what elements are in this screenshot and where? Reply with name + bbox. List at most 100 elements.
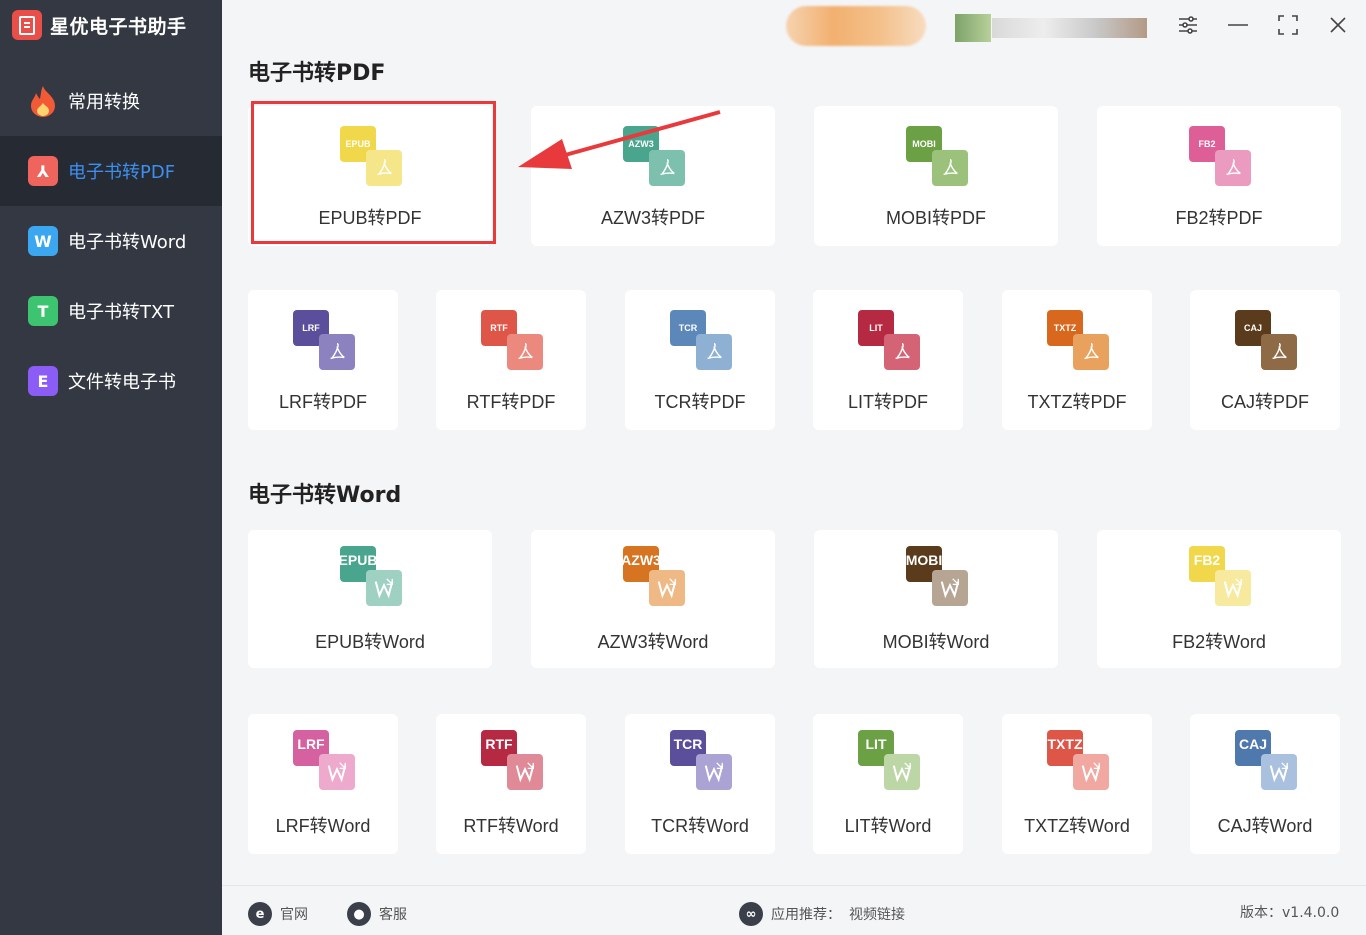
sidebar: 星优电子书助手 常用转换 ⅄ 电子书转PDF W 电子书转Word T 电子书转TXT E 文件…: [0, 0, 222, 935]
card-label: AZW3转Word: [597, 632, 709, 652]
word-card-lit[interactable]: LIT LIT转Word: [813, 714, 963, 854]
blurred-account-info[interactable]: [992, 18, 1147, 38]
highlight-box: [251, 101, 496, 244]
sidebar-item-1[interactable]: ⅄ 电子书转PDF: [0, 136, 222, 206]
avatar[interactable]: [955, 14, 991, 42]
word-card-mobi[interactable]: MOBI MOBI转Word: [814, 530, 1058, 668]
pdf-card-mobi[interactable]: MOBI MOBI转PDF: [814, 106, 1058, 246]
section-title-pdf: 电子书转PDF: [248, 61, 386, 86]
app-title-bar: 星优电子书助手: [12, 10, 187, 40]
format-icon: TCR: [670, 310, 734, 372]
version-text: 版本：v1.4.0.0: [1240, 905, 1340, 921]
word-doc-icon: [507, 754, 543, 790]
word-card-epub[interactable]: EPUB EPUB转Word: [248, 530, 492, 668]
flame-icon: [28, 86, 58, 117]
sidebar-item-4[interactable]: E 文件转电子书: [0, 346, 222, 416]
sidebar-item-label: 电子书转TXT: [68, 302, 175, 323]
sidebar-item-2[interactable]: W 电子书转Word: [0, 206, 222, 276]
word-doc-icon: [1073, 754, 1109, 790]
app-logo-icon: [12, 10, 42, 40]
format-icon: LIT: [858, 310, 922, 372]
word-card-txtz[interactable]: TXTZ TXTZ转Word: [1002, 714, 1152, 854]
word-icon: W: [28, 226, 58, 256]
sidebar-item-3[interactable]: T 电子书转TXT: [0, 276, 222, 346]
pdf-card-lrf[interactable]: LRF LRF转PDF: [248, 290, 398, 430]
card-label: LRF转PDF: [278, 392, 367, 412]
pdf-card-txtz[interactable]: TXTZ TXTZ转PDF: [1002, 290, 1152, 430]
card-label: CAJ转PDF: [1220, 392, 1309, 412]
recommend-label: 应用推荐：: [771, 907, 841, 923]
word-card-lrf[interactable]: LRF LRF转Word: [248, 714, 398, 854]
pdf-doc-icon: [507, 334, 543, 370]
word-card-azw3[interactable]: AZW3 AZW3转Word: [531, 530, 775, 668]
pdf-card-fb2[interactable]: FB2 FB2转PDF: [1097, 106, 1341, 246]
app-name: 星优电子书助手: [50, 15, 187, 38]
word-card-fb2[interactable]: FB2 FB2转Word: [1097, 530, 1341, 668]
txt-icon: T: [28, 296, 58, 326]
sidebar-nav: 常用转换 ⅄ 电子书转PDF W 电子书转Word T 电子书转TXT E 文件转电子书: [0, 66, 222, 416]
pdf-doc-icon: [884, 334, 920, 370]
format-icon: MOBI: [906, 126, 970, 188]
card-label: EPUB转Word: [315, 632, 425, 652]
word-card-rtf[interactable]: RTF RTF转Word: [436, 714, 586, 854]
word-doc-icon: [696, 754, 732, 790]
format-icon: LRF: [293, 730, 357, 792]
service-label: 客服: [379, 907, 407, 923]
maximize-icon[interactable]: [1275, 12, 1301, 38]
pdf-doc-icon: [1073, 334, 1109, 370]
format-icon: LIT: [858, 730, 922, 792]
format-icon: CAJ: [1235, 310, 1299, 372]
format-icon: EPUB: [339, 546, 404, 608]
footer: e 官网 ● 客服 ∞ 应用推荐： 视频链接 版本：v1.4.0.0: [222, 885, 1366, 935]
pdf-card-tcr[interactable]: TCR TCR转PDF: [625, 290, 775, 430]
blurred-banner[interactable]: [786, 6, 926, 46]
card-label: TXTZ转Word: [1024, 816, 1130, 836]
settings-icon[interactable]: [1175, 12, 1201, 38]
format-icon: MOBI: [906, 546, 970, 608]
format-icon: TXTZ: [1047, 310, 1111, 372]
format-icon: FB2: [1189, 546, 1253, 608]
format-icon: TCR: [670, 730, 734, 792]
sidebar-item-label: 电子书转Word: [68, 232, 187, 253]
word-doc-icon: [366, 570, 402, 606]
format-icon: LRF: [293, 310, 357, 372]
close-icon[interactable]: [1325, 12, 1351, 38]
format-icon: CAJ: [1235, 730, 1299, 792]
card-label: CAJ转Word: [1217, 816, 1313, 836]
pdf-card-rtf[interactable]: RTF RTF转PDF: [436, 290, 586, 430]
pdf-card-caj[interactable]: CAJ CAJ转PDF: [1190, 290, 1340, 430]
format-icon: RTF: [481, 310, 545, 372]
pdf-card-lit[interactable]: LIT LIT转PDF: [813, 290, 963, 430]
pdf-doc-icon: [1215, 150, 1251, 186]
annotation-arrow: [518, 110, 721, 169]
card-label: FB2转PDF: [1175, 208, 1263, 228]
card-label: LRF转Word: [275, 816, 371, 836]
sidebar-item-label: 电子书转PDF: [68, 162, 176, 183]
card-label: FB2转Word: [1172, 632, 1266, 652]
word-doc-icon: [1261, 754, 1297, 790]
card-label: TCR转PDF: [654, 392, 746, 412]
link-icon: ∞: [739, 902, 763, 926]
card-label: TCR转Word: [651, 816, 749, 836]
video-link[interactable]: 视频链接: [849, 904, 905, 924]
website-link[interactable]: e 官网: [248, 902, 308, 926]
format-icon: AZW3: [621, 546, 687, 608]
sidebar-item-label: 常用转换: [68, 92, 140, 113]
card-label: AZW3转PDF: [600, 208, 705, 228]
card-label: LIT转Word: [844, 816, 932, 836]
card-label: MOBI转Word: [882, 632, 990, 652]
format-icon: FB2: [1189, 126, 1253, 188]
chat-icon: ●: [347, 902, 371, 926]
sidebar-item-0[interactable]: 常用转换: [0, 66, 222, 136]
card-label: MOBI转PDF: [885, 208, 986, 228]
card-label: LIT转PDF: [847, 392, 928, 412]
word-card-caj[interactable]: CAJ CAJ转Word: [1190, 714, 1340, 854]
sidebar-item-label: 文件转电子书: [68, 372, 176, 393]
pdf-icon: ⅄: [28, 156, 58, 186]
word-doc-icon: [649, 570, 685, 606]
word-card-tcr[interactable]: TCR TCR转Word: [625, 714, 775, 854]
service-link[interactable]: ● 客服: [347, 902, 407, 926]
word-doc-icon: [932, 570, 968, 606]
minimize-icon[interactable]: [1225, 12, 1251, 38]
pdf-doc-icon: [1261, 334, 1297, 370]
